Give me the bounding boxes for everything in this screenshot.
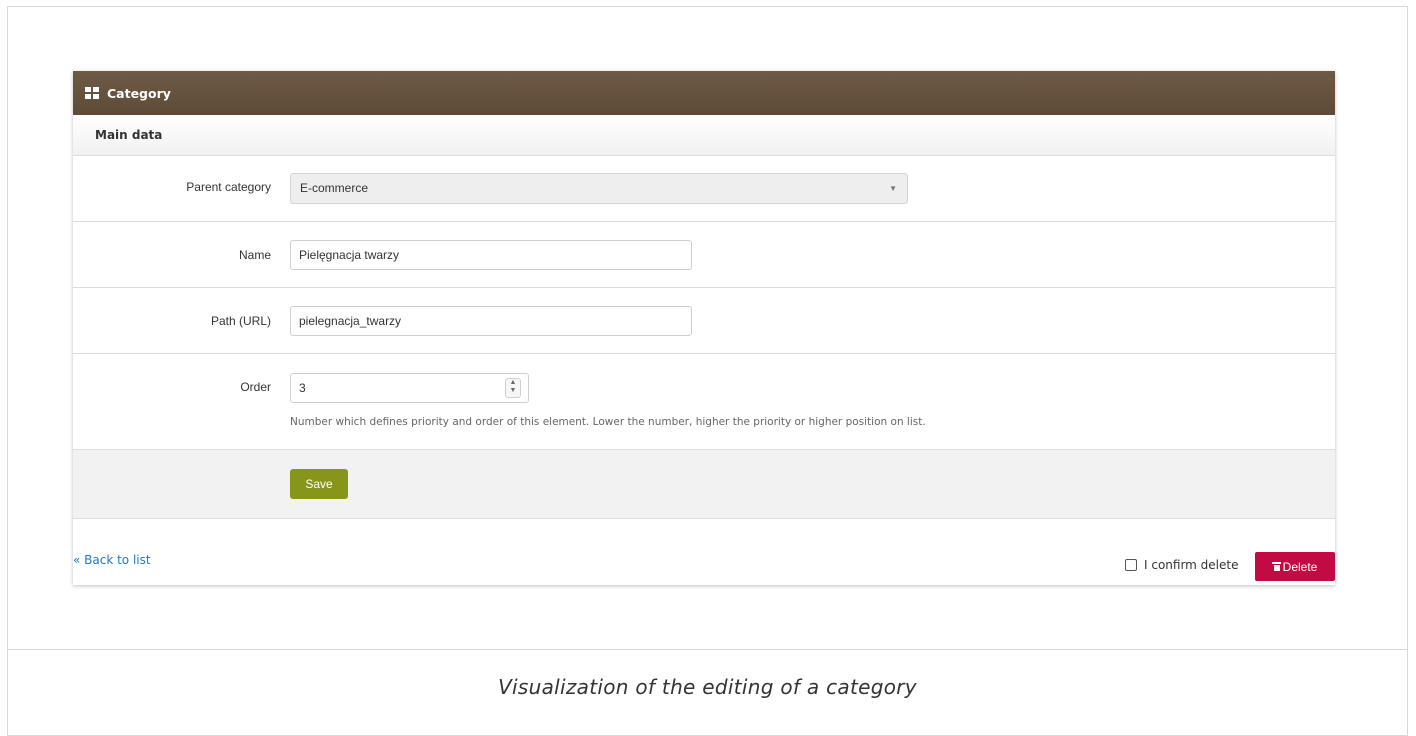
parent-category-value: E-commerce: [300, 181, 369, 195]
caption-divider: [7, 649, 1408, 650]
name-label: Name: [238, 248, 271, 262]
back-to-list-link[interactable]: « Back to list: [73, 553, 151, 567]
panel-title: Category: [107, 85, 171, 101]
figure-caption: Visualization of the editing of a catego…: [498, 675, 917, 699]
path-row: Path (URL) pielegnacja_twarzy: [73, 288, 1335, 354]
order-spinner[interactable]: ▲ ▼: [505, 378, 521, 398]
path-input[interactable]: pielegnacja_twarzy: [290, 306, 692, 336]
delete-button[interactable]: Delete: [1255, 552, 1335, 581]
caret-down-icon: ▼: [889, 184, 897, 193]
delete-label: Delete: [1282, 559, 1318, 574]
grid-icon: [85, 87, 99, 99]
parent-category-row: Parent category E-commerce ▼: [73, 156, 1335, 222]
name-row: Name Pielęgnacja twarzy: [73, 222, 1335, 288]
category-panel: Category Main data Parent category E-com…: [73, 71, 1335, 585]
order-hint: Number which defines priority and order …: [290, 416, 926, 428]
save-area: Save: [73, 450, 1335, 519]
order-input[interactable]: 3 ▲ ▼: [290, 373, 529, 403]
confirm-delete-checkbox[interactable]: [1125, 559, 1137, 571]
order-value: 3: [299, 381, 306, 395]
confirm-delete[interactable]: I confirm delete: [1125, 558, 1239, 572]
section-title: Main data: [73, 115, 1335, 156]
save-button[interactable]: Save: [290, 469, 348, 499]
parent-category-select[interactable]: E-commerce ▼: [290, 173, 908, 204]
name-input[interactable]: Pielęgnacja twarzy: [290, 240, 692, 270]
panel-header: Category: [73, 71, 1335, 115]
trash-icon: [1271, 562, 1281, 571]
order-label: Order: [240, 380, 271, 394]
path-label: Path (URL): [210, 314, 271, 328]
confirm-delete-label: I confirm delete: [1144, 558, 1239, 572]
parent-category-label: Parent category: [186, 180, 271, 194]
order-row: Order 3 ▲ ▼ Number which defines priority…: [73, 354, 1335, 450]
